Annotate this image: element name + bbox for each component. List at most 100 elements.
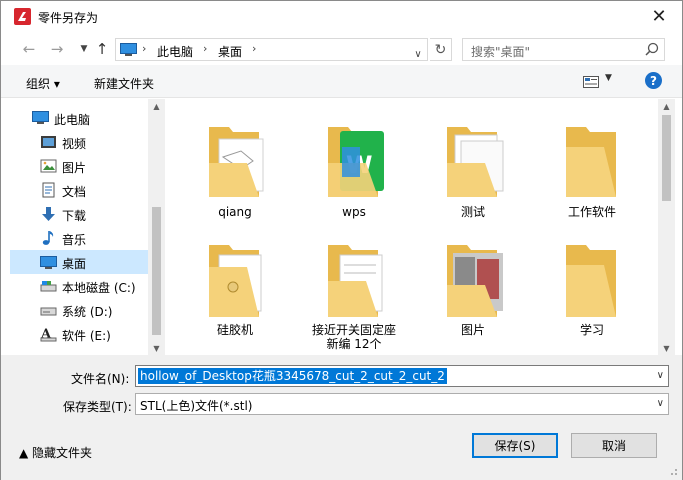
- breadcrumb-this-pc[interactable]: 此电脑: [157, 43, 193, 60]
- address-bar[interactable]: › 此电脑 › 桌面 › ∨: [115, 38, 428, 61]
- filetype-value: STL(上色)文件(*.stl): [140, 399, 253, 413]
- sidebar-item-drive-e[interactable]: A 软件 (E:): [10, 322, 148, 346]
- address-dropdown[interactable]: ∨: [409, 44, 427, 64]
- folder-icon: [566, 127, 616, 197]
- sidebar-item-label: 桌面: [62, 257, 87, 271]
- close-icon: ✕: [651, 6, 667, 27]
- up-arrow-icon: ↑: [95, 40, 109, 58]
- filetype-select[interactable]: STL(上色)文件(*.stl) ∨: [135, 393, 669, 415]
- folder-item[interactable]: 图片: [418, 229, 528, 349]
- chevron-down-icon: ∨: [414, 48, 422, 60]
- search-placeholder: 搜索"桌面": [471, 45, 531, 59]
- pictures-icon: [40, 159, 57, 173]
- scroll-up-icon[interactable]: ▲: [148, 99, 165, 113]
- close-button[interactable]: ✕: [636, 1, 682, 32]
- file-name: wps: [342, 205, 366, 219]
- sidebar-item-label: 此电脑: [54, 113, 91, 127]
- view-options-icon[interactable]: [583, 75, 599, 89]
- folder-item[interactable]: 工作软件: [537, 109, 647, 229]
- breadcrumb-separator: ›: [142, 42, 147, 55]
- filename-input[interactable]: hollow_of_Desktop花瓶3345678_cut_2_cut_2_c…: [135, 365, 669, 387]
- file-name: qiang: [218, 205, 252, 219]
- sidebar-item-label: 下载: [62, 209, 87, 223]
- sidebar-item-label: 音乐: [62, 233, 87, 247]
- app-icon: [14, 8, 31, 25]
- sidebar-item-drive-d[interactable]: 系统 (D:): [10, 298, 148, 322]
- drive-icon: A: [40, 327, 57, 342]
- sidebar-item-this-pc[interactable]: 此电脑: [10, 106, 148, 130]
- scroll-thumb[interactable]: [662, 115, 671, 201]
- organize-button[interactable]: 组织 ▾: [26, 75, 60, 92]
- folder-icon: [566, 245, 616, 317]
- folder-item[interactable]: 测试: [418, 109, 528, 229]
- back-button[interactable]: ←: [18, 39, 40, 59]
- navigation-pane: 此电脑 视频 图片 文档 下载 音乐 桌面 本地磁盘 (C:) 系统 (D:) …: [10, 99, 148, 355]
- title-bar: 零件另存为 ✕: [1, 1, 682, 32]
- breadcrumb-separator: ›: [252, 42, 257, 55]
- folder-icon: [447, 127, 504, 197]
- video-icon: [41, 136, 56, 148]
- breadcrumb-desktop[interactable]: 桌面: [218, 43, 242, 60]
- view-dropdown-icon[interactable]: ▼: [605, 73, 612, 83]
- hide-folders-toggle[interactable]: ▲ 隐藏文件夹: [19, 444, 92, 461]
- folder-item[interactable]: 硅胶机: [180, 229, 290, 349]
- sidebar-item-label: 本地磁盘 (C:): [62, 281, 136, 295]
- sidebar-item-label: 视频: [62, 137, 87, 151]
- window-title: 零件另存为: [38, 11, 99, 25]
- save-form: 文件名(N): hollow_of_Desktop花瓶3345678_cut_2…: [1, 355, 682, 480]
- folder-item[interactable]: W wps: [299, 109, 409, 229]
- save-button-label: 保存(S): [494, 439, 536, 453]
- music-icon: [42, 231, 54, 245]
- folder-item[interactable]: 接近开关固定座 新编 12个: [299, 229, 409, 351]
- sidebar-item-pictures[interactable]: 图片: [10, 154, 148, 178]
- file-name: 图片: [460, 323, 485, 337]
- cancel-button[interactable]: 取消: [571, 433, 657, 458]
- file-list-scrollbar[interactable]: ▲ ▼: [658, 99, 675, 355]
- folder-item[interactable]: qiang: [180, 109, 290, 229]
- folder-icon: [447, 245, 503, 317]
- folder-item[interactable]: 学习: [537, 229, 647, 349]
- back-arrow-icon: ←: [22, 40, 36, 58]
- new-folder-button[interactable]: 新建文件夹: [94, 75, 154, 92]
- resize-grip-icon[interactable]: [668, 466, 678, 476]
- sidebar-item-downloads[interactable]: 下载: [10, 202, 148, 226]
- sidebar-item-videos[interactable]: 视频: [10, 130, 148, 154]
- help-icon: ?: [650, 73, 657, 88]
- scroll-down-icon[interactable]: ▼: [658, 341, 675, 355]
- computer-icon: [32, 111, 49, 124]
- folder-icon: [328, 245, 383, 317]
- chevron-down-icon: ▼: [80, 44, 88, 54]
- sidebar-item-documents[interactable]: 文档: [10, 178, 148, 202]
- chevron-down-icon: ∨: [656, 398, 664, 409]
- folder-icon: [209, 127, 264, 197]
- sidebar-item-label: 文档: [62, 185, 87, 199]
- up-button[interactable]: ↑: [91, 39, 113, 59]
- file-name: 工作软件: [567, 205, 616, 219]
- help-button[interactable]: ?: [645, 72, 662, 89]
- sidebar-item-drive-c[interactable]: 本地磁盘 (C:): [10, 274, 148, 298]
- sidebar-item-label: 图片: [62, 161, 87, 175]
- scroll-thumb[interactable]: [152, 207, 161, 335]
- sidebar-item-music[interactable]: 音乐: [10, 226, 148, 250]
- documents-icon: [42, 182, 55, 198]
- sidebar-item-desktop[interactable]: 桌面: [10, 250, 148, 274]
- scroll-down-icon[interactable]: ▼: [148, 341, 165, 355]
- file-name: 学习: [579, 323, 604, 337]
- scroll-up-icon[interactable]: ▲: [658, 99, 675, 113]
- folder-icon: [209, 245, 262, 317]
- forward-button[interactable]: →: [46, 39, 68, 59]
- computer-icon: [120, 43, 137, 56]
- sidebar-item-label: 软件 (E:): [62, 329, 111, 343]
- folder-icon: W: [328, 127, 384, 197]
- refresh-button[interactable]: ↻: [430, 38, 452, 61]
- file-list: qiang W wps 测试: [166, 99, 658, 355]
- filetype-label: 保存类型(T):: [63, 400, 132, 414]
- navigation-scrollbar[interactable]: ▲ ▼: [148, 99, 165, 355]
- refresh-icon: ↻: [434, 41, 447, 58]
- navigation-row: ← → ▼ ↑ › 此电脑 › 桌面 › ∨ ↻ 搜索"桌面": [1, 34, 682, 64]
- filename-value: hollow_of_Desktop花瓶3345678_cut_2_cut_2_c…: [138, 368, 447, 384]
- save-button[interactable]: 保存(S): [472, 433, 558, 458]
- chevron-down-icon[interactable]: ∨: [657, 370, 664, 381]
- forward-arrow-icon: →: [50, 40, 64, 58]
- search-input[interactable]: 搜索"桌面": [462, 38, 665, 61]
